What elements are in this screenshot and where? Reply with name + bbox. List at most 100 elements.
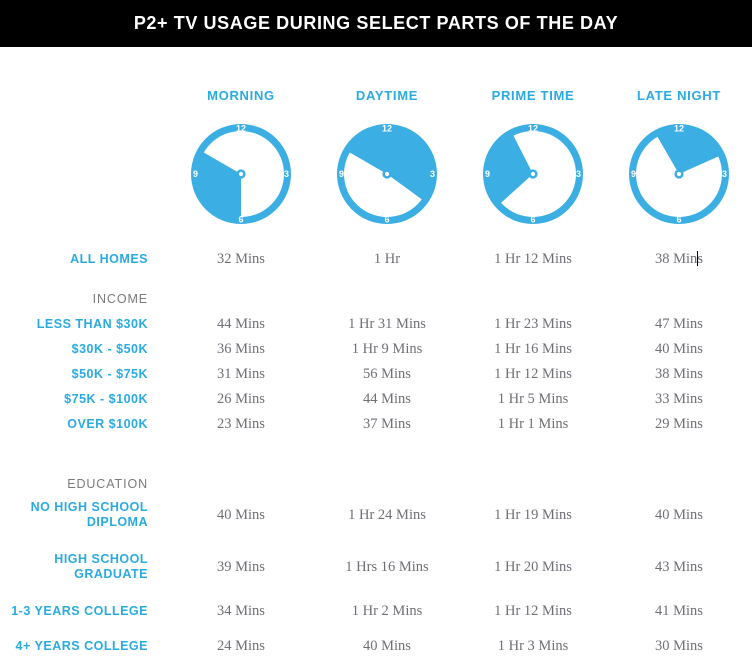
cell-morning: 31 Mins — [217, 365, 265, 382]
clock-cell-prime-time: 12 3 6 9 — [460, 118, 606, 230]
cell-late-night: 30 Mins — [655, 637, 703, 654]
clock-late-night: 12 3 6 9 — [629, 124, 729, 225]
cell-prime-time: 1 Hr 23 Mins — [494, 315, 572, 332]
cell-daytime: 1 Hr 31 Mins — [348, 315, 426, 332]
cell-prime-time: 1 Hr 20 Mins — [494, 558, 572, 575]
row-label: Education — [67, 476, 148, 491]
clock-mark-12: 12 — [674, 124, 684, 134]
cell-morning: 34 Mins — [217, 602, 265, 619]
clock-mark-9: 9 — [193, 169, 198, 179]
table-row: Less Than $30K 44 Mins 1 Hr 31 Mins 1 Hr 23… — [0, 313, 752, 335]
row-values: 26 Mins 44 Mins 1 Hr 5 Mins 33 Mins — [168, 391, 752, 408]
clock-morning: 12 3 6 9 — [191, 124, 291, 225]
row-label: $75K - $100K — [64, 391, 148, 406]
clock-daytime: 12 3 6 9 — [337, 124, 437, 225]
cell-late-night: 38 Mins — [606, 250, 752, 268]
table-group-header: Income — [0, 288, 752, 310]
clock-mark-12: 12 — [236, 124, 246, 134]
table-row: 1-3 Years College 34 Mins 1 Hr 2 Mins 1 Hr … — [0, 600, 752, 622]
row-values: 44 Mins 1 Hr 31 Mins 1 Hr 23 Mins 47 Mins — [168, 316, 752, 333]
cell-late-night: 43 Mins — [655, 558, 703, 575]
clock-mark-6: 6 — [676, 215, 681, 225]
table-row: No High School Diploma 40 Mins 1 Hr 24 Min… — [0, 498, 752, 532]
column-header-prime-time: Prime Time — [491, 88, 575, 103]
cell-prime-time: 1 Hr 16 Mins — [494, 340, 572, 357]
cell-daytime: 56 Mins — [363, 365, 411, 382]
clock-cell-morning: 12 3 6 9 — [168, 118, 314, 230]
cell-morning: 26 Mins — [217, 390, 265, 407]
clock-mark-3: 3 — [576, 169, 581, 179]
clock-mark-3: 3 — [430, 169, 435, 179]
row-label: 1-3 Years College — [11, 603, 148, 618]
clock-mark-6: 6 — [384, 215, 389, 225]
row-values: 24 Mins 40 Mins 1 Hr 3 Mins 30 Mins — [168, 638, 752, 655]
clock-mark-3: 3 — [722, 169, 727, 179]
cell-morning: 32 Mins — [217, 250, 265, 267]
clock-hub-center — [676, 171, 682, 177]
clock-icon-row: 12 3 6 9 12 3 6 9 12 3 6 9 12 3 6 9 — [168, 118, 752, 230]
infographic-page: P2+ TV Usage During Select Parts of the … — [0, 0, 752, 662]
row-label: High School Graduate — [54, 552, 148, 581]
row-values: 31 Mins 56 Mins 1 Hr 12 Mins 38 Mins — [168, 366, 752, 383]
row-values: 23 Mins 37 Mins 1 Hr 1 Mins 29 Mins — [168, 416, 752, 433]
clock-mark-9: 9 — [339, 169, 344, 179]
cell-prime-time: 1 Hr 12 Mins — [494, 602, 572, 619]
cell-daytime: 44 Mins — [363, 390, 411, 407]
row-label: Over $100K — [67, 416, 148, 431]
value-text: 38 Min — [655, 250, 698, 267]
value-text-tail: s — [697, 250, 703, 267]
clock-mark-6: 6 — [530, 215, 535, 225]
row-values: 34 Mins 1 Hr 2 Mins 1 Hr 12 Mins 41 Mins — [168, 603, 752, 620]
cell-prime-time: 1 Hr 12 Mins — [494, 365, 572, 382]
cell-morning: 24 Mins — [217, 637, 265, 654]
clock-prime-time: 12 3 6 9 — [483, 124, 583, 225]
cell-late-night: 40 Mins — [655, 340, 703, 357]
column-header-daytime: Daytime — [355, 88, 419, 103]
row-values: 39 Mins 1 Hrs 16 Mins 1 Hr 20 Mins 43 Mins — [168, 559, 752, 576]
table-row: All Homes 32 Mins 1 Hr 1 Hr 12 Mins 38 Mins — [0, 248, 752, 270]
cell-late-night: 29 Mins — [655, 415, 703, 432]
cell-daytime: 40 Mins — [363, 637, 411, 654]
row-label: $50K - $75K — [71, 366, 148, 381]
row-label: No High School Diploma — [30, 500, 148, 529]
page-title: P2+ TV Usage During Select Parts of the … — [133, 13, 619, 33]
clock-mark-6: 6 — [238, 215, 243, 225]
clock-hub-center — [530, 171, 536, 177]
cell-late-night: 38 Mins — [655, 365, 703, 382]
row-label: $30K - $50K — [71, 341, 148, 356]
row-label: Less Than $30K — [36, 316, 148, 331]
table-group-header: Education — [0, 473, 752, 495]
row-label: Income — [92, 291, 148, 306]
clock-mark-12: 12 — [528, 124, 538, 134]
table-row: Over $100K 23 Mins 37 Mins 1 Hr 1 Mins 29 Mi… — [0, 413, 752, 435]
title-bar: P2+ TV Usage During Select Parts of the … — [0, 0, 752, 47]
clock-hub-center — [238, 171, 244, 177]
table-row: $50K - $75K 31 Mins 56 Mins 1 Hr 12 Mins 38 … — [0, 363, 752, 385]
clock-hub-center — [384, 171, 390, 177]
cell-late-night: 47 Mins — [655, 315, 703, 332]
table-row: $75K - $100K 26 Mins 44 Mins 1 Hr 5 Mins 33 … — [0, 388, 752, 410]
clock-mark-9: 9 — [485, 169, 490, 179]
cell-prime-time: 1 Hr 12 Mins — [494, 250, 572, 267]
cell-prime-time: 1 Hr 3 Mins — [497, 637, 569, 654]
clock-mark-12: 12 — [382, 124, 392, 134]
table-row: High School Graduate 39 Mins 1 Hrs 16 Mins… — [0, 550, 752, 584]
clock-mark-3: 3 — [284, 169, 289, 179]
cell-prime-time: 1 Hr 1 Mins — [497, 415, 569, 432]
cell-late-night: 33 Mins — [655, 390, 703, 407]
cell-daytime: 37 Mins — [363, 415, 411, 432]
cell-prime-time: 1 Hr 5 Mins — [497, 390, 569, 407]
cell-morning: 44 Mins — [217, 315, 265, 332]
cell-daytime: 1 Hr 9 Mins — [351, 340, 423, 357]
cell-morning: 40 Mins — [217, 506, 265, 523]
cell-morning: 39 Mins — [217, 558, 265, 575]
cell-daytime: 1 Hr 2 Mins — [351, 602, 423, 619]
row-values: 40 Mins 1 Hr 24 Mins 1 Hr 19 Mins 40 Mins — [168, 507, 752, 524]
cell-late-night: 40 Mins — [655, 506, 703, 523]
cell-daytime: 1 Hr 24 Mins — [348, 506, 426, 523]
row-values: 36 Mins 1 Hr 9 Mins 1 Hr 16 Mins 40 Mins — [168, 341, 752, 358]
cell-daytime: 1 Hrs 16 Mins — [345, 558, 429, 575]
column-header-row: Morning Daytime Prime Time Late Night — [168, 88, 752, 112]
clock-cell-daytime: 12 3 6 9 — [314, 118, 460, 230]
cell-prime-time: 1 Hr 19 Mins — [494, 506, 572, 523]
